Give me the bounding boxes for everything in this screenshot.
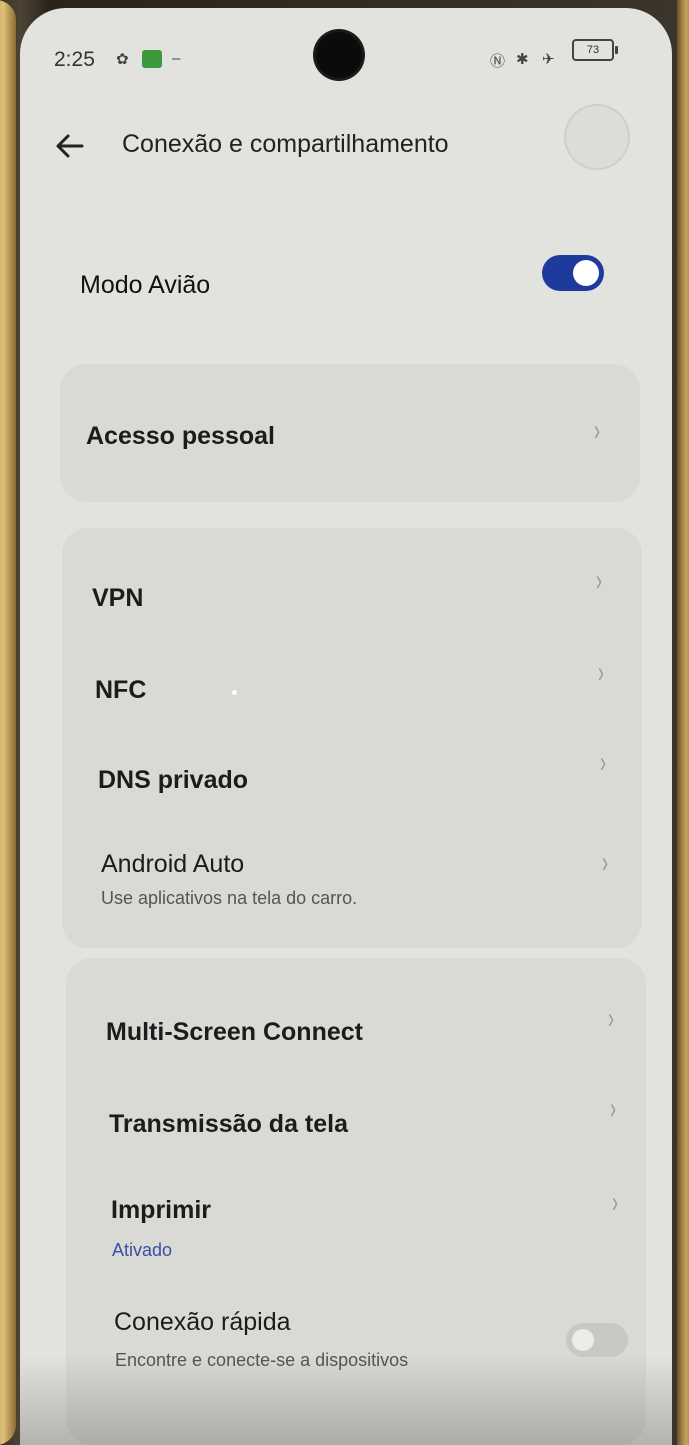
chevron-right-icon: ›: [602, 846, 608, 879]
toggle-knob: [573, 260, 599, 286]
print-label: Imprimir: [111, 1196, 212, 1224]
airplane-mode-label: Modo Avião: [80, 271, 211, 299]
chevron-right-icon: ›: [596, 564, 602, 597]
phone-frame: 2:25 ✿ – Ⓝ ✱ ✈ 73 Conexão e compartilham…: [0, 0, 689, 1445]
bluetooth-icon: ✱: [516, 51, 529, 68]
battery-icon: 73: [572, 39, 618, 61]
status-time: 2:25: [54, 48, 95, 71]
personal-access-label: Acesso pessoal: [86, 422, 275, 450]
more-notifications-icon: –: [172, 50, 181, 67]
multi-screen-label: Multi-Screen Connect: [106, 1018, 363, 1046]
chevron-right-icon: ›: [612, 1186, 618, 1219]
nfc-icon: Ⓝ: [490, 53, 506, 70]
screen-cast-label: Transmissão da tela: [109, 1110, 349, 1138]
print-status: Ativado: [112, 1240, 173, 1260]
phone-edge-right: [677, 0, 689, 1445]
bottom-shade: [20, 1355, 672, 1445]
notification-icon: ✿: [116, 51, 129, 68]
chevron-right-icon: ›: [594, 414, 600, 447]
screen: 2:25 ✿ – Ⓝ ✱ ✈ 73 Conexão e compartilham…: [20, 8, 672, 1445]
nfc-label: NFC: [95, 676, 147, 704]
back-arrow-icon[interactable]: [50, 126, 90, 166]
battery-level: 73: [586, 44, 600, 56]
chevron-right-icon: ›: [600, 746, 606, 779]
touch-indicator: [232, 690, 237, 695]
vpn-label: VPN: [92, 584, 144, 612]
chevron-right-icon: ›: [610, 1092, 616, 1125]
chevron-right-icon: ›: [598, 656, 604, 689]
android-auto-subtitle: Use aplicativos na tela do carro.: [101, 888, 358, 908]
status-bar: 2:25 ✿ – Ⓝ ✱ ✈ 73: [20, 8, 672, 88]
front-camera: [316, 32, 362, 78]
app-notification-icon: [142, 50, 162, 68]
page-title: Conexão e compartilhamento: [122, 130, 449, 158]
quick-connect-label: Conexão rápida: [114, 1308, 291, 1336]
private-dns-label: DNS privado: [98, 766, 249, 794]
avatar[interactable]: [564, 104, 630, 170]
network-options-card: VPN › NFC › DNS privado › Android Auto U…: [62, 528, 642, 948]
toggle-knob: [572, 1329, 594, 1351]
personal-access-card[interactable]: Acesso pessoal ›: [60, 364, 640, 502]
phone-edge-left: [0, 0, 16, 1445]
chevron-right-icon: ›: [608, 1002, 614, 1035]
quick-connect-toggle[interactable]: [566, 1323, 628, 1357]
airplane-mode-toggle[interactable]: [542, 255, 604, 291]
android-auto-label: Android Auto: [101, 850, 245, 878]
airplane-icon: ✈: [542, 51, 555, 68]
